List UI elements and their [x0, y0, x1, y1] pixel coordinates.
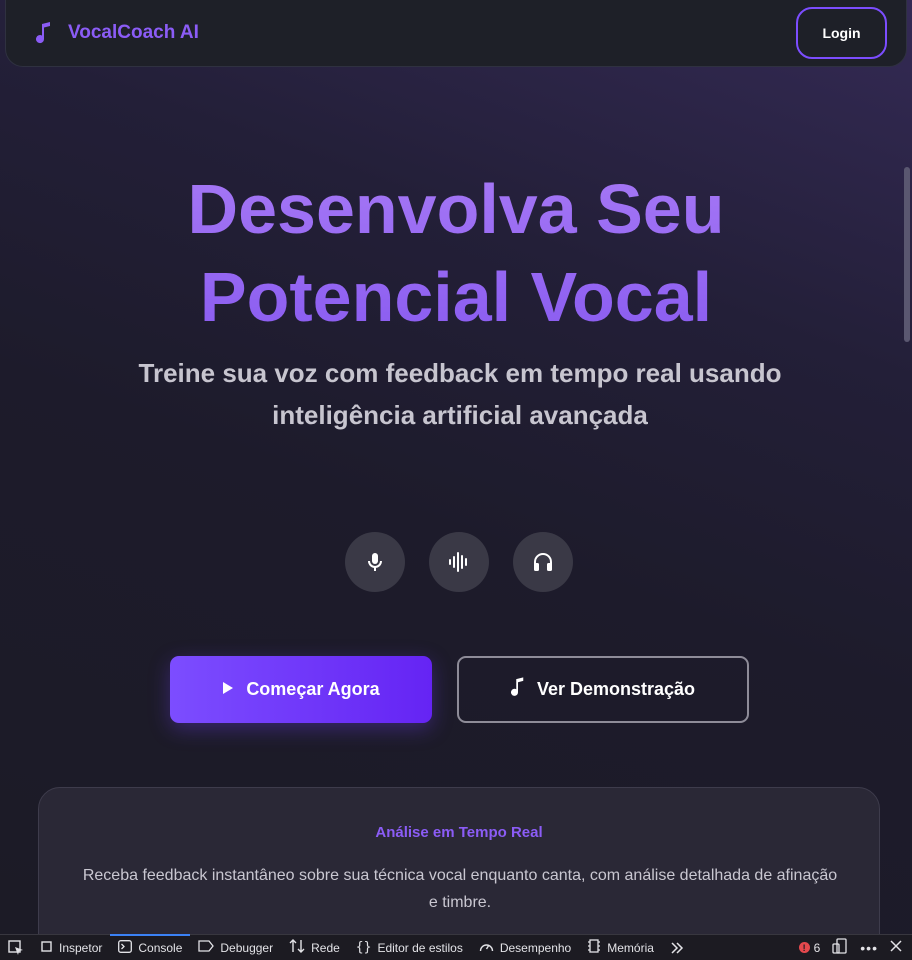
more-options-icon[interactable]: •••	[860, 940, 878, 956]
network-arrows-icon	[289, 939, 305, 956]
debugger-icon	[198, 940, 215, 955]
tab-performance[interactable]: Desempenho	[471, 935, 579, 960]
feature-card-title: Análise em Tempo Real	[375, 824, 543, 841]
devtools-toolbar: Inspetor Console Debugger Rede {} Editor…	[0, 933, 912, 960]
feature-card: Análise em Tempo Real Receba feedback in…	[38, 787, 880, 934]
view-demo-button[interactable]: Ver Demonstração	[457, 656, 749, 723]
music-note-icon	[34, 21, 54, 45]
play-icon	[222, 679, 234, 700]
tab-style-editor[interactable]: {} Editor de estilos	[348, 935, 471, 960]
tab-debugger-label: Debugger	[220, 940, 274, 955]
headphones-icon	[513, 532, 573, 592]
hero-title: Desenvolva Seu Potencial Vocal	[0, 165, 912, 341]
login-button[interactable]: Login	[796, 7, 887, 59]
start-now-label: Começar Agora	[246, 679, 380, 699]
start-now-button[interactable]: Começar Agora	[170, 656, 432, 723]
brand[interactable]: VocalCoach AI	[34, 21, 199, 45]
cta-row: Começar Agora Ver Demonstração	[170, 656, 749, 723]
navbar: VocalCoach AI Login	[5, 0, 907, 67]
responsive-mode-icon[interactable]	[832, 938, 848, 957]
error-icon: !	[798, 942, 810, 953]
error-count-value: 6	[813, 940, 821, 955]
page-viewport: VocalCoach AI Login Desenvolva Seu Poten…	[0, 0, 912, 934]
microphone-icon	[345, 532, 405, 592]
memory-chip-icon	[587, 939, 601, 956]
hero-title-line-1: Desenvolva Seu	[187, 170, 725, 248]
feature-card-description: Receba feedback instantâneo sobre sua té…	[82, 867, 838, 911]
tab-performance-label: Desempenho	[499, 940, 572, 955]
tab-memory[interactable]: Memória	[579, 935, 662, 960]
hero-subtitle: Treine sua voz com feedback em tempo rea…	[80, 352, 840, 436]
music-note-icon	[510, 677, 525, 702]
element-picker-icon[interactable]	[0, 935, 32, 960]
tab-console[interactable]: Console	[110, 933, 191, 960]
tab-network-label: Rede	[311, 940, 340, 955]
console-icon	[118, 939, 133, 956]
tab-debugger[interactable]: Debugger	[190, 935, 281, 960]
tab-network[interactable]: Rede	[281, 935, 348, 960]
tab-memory-label: Memória	[607, 940, 654, 955]
hero-title-line-2: Potencial Vocal	[199, 258, 713, 336]
tab-console-label: Console	[138, 940, 183, 955]
waveform-icon	[429, 532, 489, 592]
gauge-icon	[479, 940, 494, 956]
inspector-icon	[40, 940, 53, 956]
error-count[interactable]: ! 6	[798, 940, 821, 955]
hero-subtitle-line-1: Treine sua voz com feedback em tempo rea…	[138, 358, 782, 388]
more-tabs-chevron-icon[interactable]	[662, 935, 692, 960]
close-icon[interactable]	[890, 940, 902, 955]
tab-inspector-label: Inspetor	[59, 940, 103, 955]
devtools-right-controls: ! 6 •••	[798, 938, 912, 957]
hero-subtitle-line-2: inteligência artificial avançada	[272, 400, 648, 430]
brand-name: VocalCoach AI	[68, 22, 199, 43]
braces-icon: {}	[355, 940, 372, 955]
tab-style-editor-label: Editor de estilos	[377, 940, 463, 955]
tab-inspector[interactable]: Inspetor	[32, 935, 110, 960]
feature-icon-row	[345, 532, 573, 592]
view-demo-label: Ver Demonstração	[536, 679, 696, 699]
